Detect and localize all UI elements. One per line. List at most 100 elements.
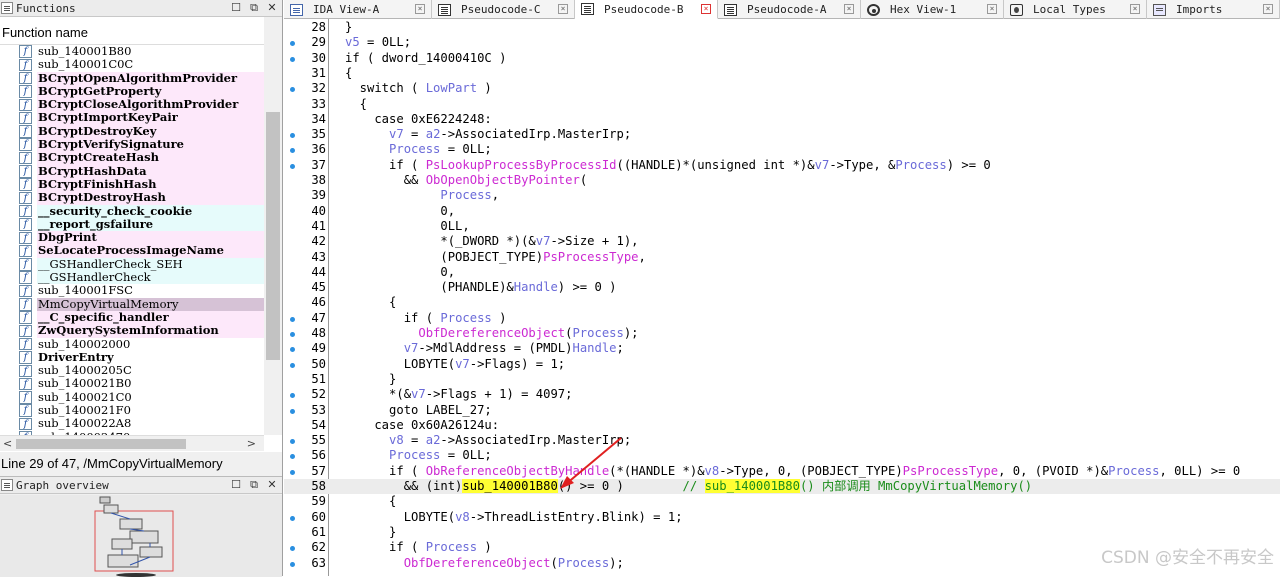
code-line[interactable]: 61 } bbox=[284, 525, 1280, 540]
function-list-item[interactable]: f __C_specific_handler bbox=[0, 310, 264, 325]
function-list-item[interactable]: f BCryptCreateHash bbox=[0, 151, 264, 165]
close-icon[interactable]: ✕ bbox=[265, 1, 279, 15]
breakpoint-dot-icon[interactable] bbox=[290, 41, 295, 47]
tab-pseudocode-b[interactable]: Pseudocode-B × bbox=[575, 0, 718, 19]
function-list-item[interactable]: f BCryptDestroyKey bbox=[0, 124, 264, 139]
function-list-item[interactable]: f BCryptVerifySignature bbox=[0, 137, 264, 152]
function-list-item[interactable]: f DriverEntry bbox=[0, 350, 264, 364]
code-line[interactable]: 32 switch ( LowPart ) bbox=[284, 81, 1280, 96]
code-line[interactable]: 48 ObfDereferenceObject(Process); bbox=[284, 326, 1280, 341]
function-list-item[interactable]: f sub_140001C0C bbox=[0, 57, 264, 72]
breakpoint-dot-icon[interactable] bbox=[290, 347, 295, 353]
breakpoint-dot-icon[interactable] bbox=[290, 546, 295, 552]
function-list-item[interactable]: f sub_140001B80 bbox=[0, 45, 264, 58]
code-line[interactable]: 57 if ( ObReferenceObjectByHandle(*(HAND… bbox=[284, 464, 1280, 479]
function-list-item[interactable]: f BCryptCloseAlgorithmProvider bbox=[0, 97, 264, 112]
breakpoint-dot-icon[interactable] bbox=[290, 148, 295, 154]
tab-close-icon[interactable]: × bbox=[701, 4, 711, 14]
tab-local-types[interactable]: Local Types × bbox=[1004, 0, 1147, 19]
restore-icon[interactable]: ☐ bbox=[229, 478, 243, 492]
code-line[interactable]: 35 v7 = a2->AssociatedIrp.MasterIrp; bbox=[284, 127, 1280, 142]
code-line[interactable]: 55 v8 = a2->AssociatedIrp.MasterIrp; bbox=[284, 433, 1280, 448]
function-list-item[interactable]: f sub_1400021C0 bbox=[0, 390, 264, 404]
code-line[interactable]: 46 { bbox=[284, 295, 1280, 310]
tab-close-icon[interactable]: × bbox=[1263, 4, 1273, 14]
code-line[interactable]: 58 && (int)sub_140001B80() >= 0 ) // sub… bbox=[284, 479, 1280, 495]
breakpoint-dot-icon[interactable] bbox=[290, 163, 295, 169]
close-icon[interactable]: ✕ bbox=[265, 478, 279, 492]
breakpoint-dot-icon[interactable] bbox=[290, 362, 295, 368]
tab-close-icon[interactable]: × bbox=[844, 4, 854, 14]
function-list-item[interactable]: f MmCopyVirtualMemory bbox=[0, 297, 264, 311]
code-line[interactable]: 56 Process = 0LL; bbox=[284, 448, 1280, 463]
breakpoint-dot-icon[interactable] bbox=[290, 56, 295, 62]
code-line[interactable]: 54 case 0x60A26124u: bbox=[284, 418, 1280, 433]
pseudocode-view[interactable]: 28} 29 v5 = 0LL; 30 if ( dword_14000410C ) 31… bbox=[284, 19, 1280, 576]
function-list-item[interactable]: f DbgPrint bbox=[0, 230, 264, 245]
scroll-left-icon[interactable]: < bbox=[3, 437, 12, 450]
code-line[interactable]: 39 Process, bbox=[284, 188, 1280, 203]
function-name-column-header[interactable]: Function name ∧ bbox=[0, 17, 282, 45]
tab-close-icon[interactable]: × bbox=[987, 4, 997, 14]
code-line[interactable]: 50 LOBYTE(v7->Flags) = 1; bbox=[284, 357, 1280, 372]
code-line[interactable]: 31 { bbox=[284, 66, 1280, 81]
function-list-item[interactable]: f BCryptDestroyHash bbox=[0, 190, 264, 205]
tab-close-icon[interactable]: × bbox=[415, 4, 425, 14]
function-list-item[interactable]: f __GSHandlerCheck bbox=[0, 270, 264, 285]
breakpoint-dot-icon[interactable] bbox=[290, 133, 295, 139]
code-line[interactable]: 60 LOBYTE(v8->ThreadListEntry.Blink) = 1… bbox=[284, 510, 1280, 525]
code-line[interactable]: 29 v5 = 0LL; bbox=[284, 35, 1280, 50]
function-list-item[interactable]: f sub_1400022A8 bbox=[0, 417, 264, 431]
scrollbar-thumb[interactable] bbox=[16, 439, 186, 449]
code-line[interactable]: 37 if ( PsLookupProcessByProcessId((HAND… bbox=[284, 158, 1280, 173]
breakpoint-dot-icon[interactable] bbox=[290, 515, 295, 521]
code-line[interactable]: 30 if ( dword_14000410C ) bbox=[284, 51, 1280, 66]
function-list-item[interactable]: f BCryptOpenAlgorithmProvider bbox=[0, 71, 264, 85]
function-list-item[interactable]: f sub_14000205C bbox=[0, 363, 264, 378]
tab-ida-view-a[interactable]: IDA View-A × bbox=[284, 0, 432, 19]
tab-hex-view-1[interactable]: Hex View-1 × bbox=[861, 0, 1004, 19]
breakpoint-dot-icon[interactable] bbox=[290, 332, 295, 337]
tab-close-icon[interactable]: × bbox=[558, 4, 568, 14]
code-line[interactable]: 44 0, bbox=[284, 265, 1280, 280]
breakpoint-dot-icon[interactable] bbox=[290, 87, 295, 93]
function-list-item[interactable]: f sub_140001FSC bbox=[0, 284, 264, 298]
code-line[interactable]: 28} bbox=[284, 20, 1280, 35]
code-line[interactable]: 52 *(&v7->Flags + 1) = 4097; bbox=[284, 387, 1280, 402]
function-list-item[interactable]: f ZwQuerySystemInformation bbox=[0, 323, 264, 338]
code-line[interactable]: 42 *(_DWORD *)(&v7->Size + 1), bbox=[284, 234, 1280, 249]
code-line[interactable]: 41 0LL, bbox=[284, 219, 1280, 234]
function-list-item[interactable]: f BCryptGetProperty bbox=[0, 84, 264, 99]
function-list-item[interactable]: f __security_check_cookie bbox=[0, 204, 264, 218]
scroll-right-icon[interactable]: > bbox=[247, 437, 256, 450]
function-list-item[interactable]: f sub_140002000 bbox=[0, 337, 264, 351]
code-line[interactable]: 53 goto LABEL_27; bbox=[284, 403, 1280, 418]
code-line[interactable]: 33 { bbox=[284, 97, 1280, 112]
code-line[interactable]: 49 v7->MdlAddress = (PMDL)Handle; bbox=[284, 341, 1280, 356]
breakpoint-dot-icon[interactable] bbox=[290, 561, 295, 567]
tab-pseudocode-c[interactable]: Pseudocode-C × bbox=[432, 0, 575, 19]
tab-imports[interactable]: Imports × bbox=[1147, 0, 1280, 19]
tab-close-icon[interactable]: × bbox=[1130, 4, 1140, 14]
code-line[interactable]: 59 { bbox=[284, 494, 1280, 509]
function-list-item[interactable]: f __report_gsfailure bbox=[0, 217, 264, 232]
restore-icon[interactable]: ☐ bbox=[229, 1, 243, 15]
tab-pseudocode-a[interactable]: Pseudocode-A × bbox=[718, 0, 861, 19]
code-line[interactable]: 40 0, bbox=[284, 204, 1280, 219]
breakpoint-dot-icon[interactable] bbox=[290, 316, 295, 322]
graph-overview-canvas[interactable] bbox=[0, 495, 282, 577]
function-list-item[interactable]: f __GSHandlerCheck_SEH bbox=[0, 257, 264, 272]
breakpoint-dot-icon[interactable] bbox=[290, 469, 295, 475]
breakpoint-dot-icon[interactable] bbox=[290, 393, 295, 399]
code-line[interactable]: 43 (POBJECT_TYPE)PsProcessType, bbox=[284, 250, 1280, 265]
function-list-item[interactable]: f BCryptHashData bbox=[0, 164, 264, 178]
breakpoint-dot-icon[interactable] bbox=[290, 439, 295, 445]
function-list-item[interactable]: f SeLocateProcessImageName bbox=[0, 244, 264, 258]
function-list-item[interactable]: f sub_1400021B0 bbox=[0, 377, 264, 391]
float-icon[interactable]: ⧉ bbox=[247, 1, 261, 15]
code-line[interactable]: 47 if ( Process ) bbox=[284, 311, 1280, 326]
code-line[interactable]: 36 Process = 0LL; bbox=[284, 142, 1280, 157]
breakpoint-dot-icon[interactable] bbox=[290, 454, 295, 460]
float-icon[interactable]: ⧉ bbox=[247, 478, 261, 492]
code-line[interactable]: 38 && ObOpenObjectByPointer( bbox=[284, 173, 1280, 188]
